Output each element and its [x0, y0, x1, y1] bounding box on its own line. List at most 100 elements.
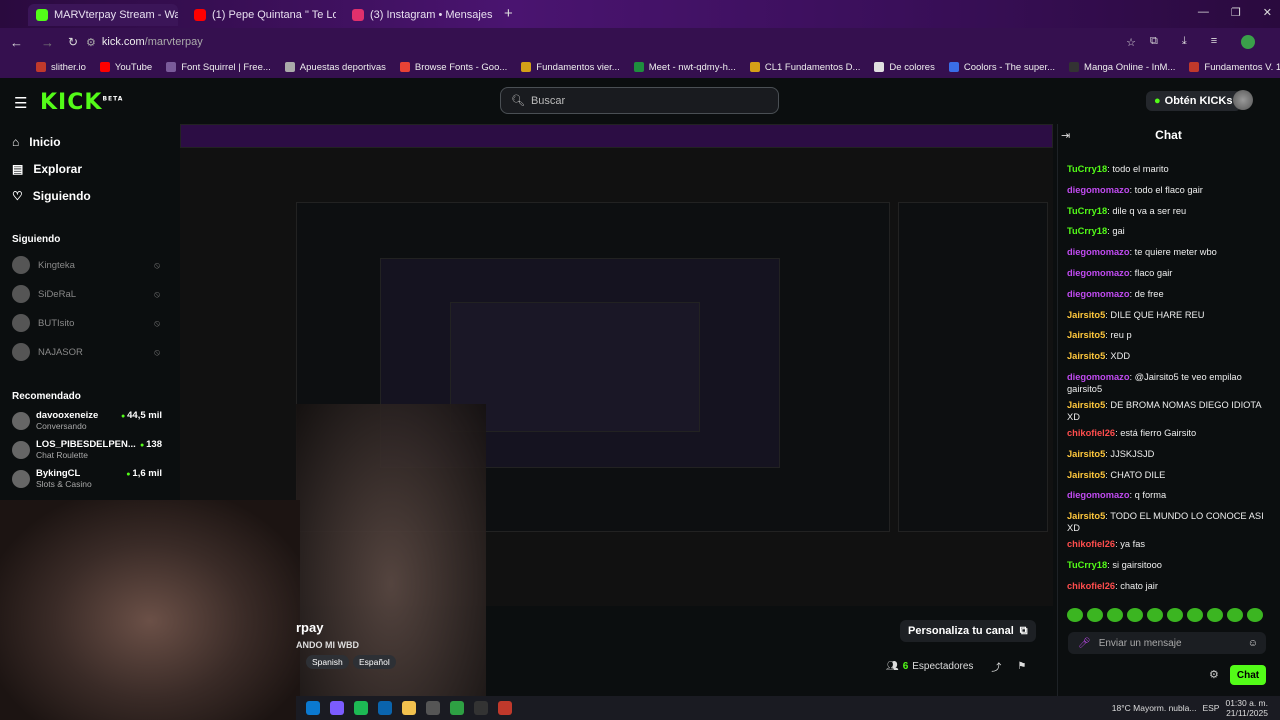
nested-stream-frame [450, 302, 700, 432]
chat-message: chikofiel26: está fierro Gairsito [1067, 428, 1197, 438]
nav-explorar[interactable]: ▤ Explorar [12, 162, 82, 176]
bookmark-item[interactable]: Apuestas deportivas [284, 62, 386, 73]
tab-label: (1) Pepe Quintana " Te Lo Met [212, 9, 336, 21]
user-avatar[interactable] [1233, 90, 1253, 110]
close-window-icon[interactable]: ✕ [1263, 6, 1272, 19]
tag-badge[interactable]: Español [353, 655, 396, 669]
following-channel[interactable]: SiDeRaL ⦸ [12, 285, 160, 303]
bookmarks-bar: slither.io YouTube Font Squirrel | Free.… [0, 56, 1280, 78]
nested-chat-frame [898, 202, 1048, 532]
tab-instagram[interactable]: (3) Instagram • Mensajes ✕ [344, 4, 496, 26]
browse-icon: ▤ [12, 162, 24, 176]
new-tab-button[interactable]: + [504, 5, 513, 22]
emote-bar[interactable] [1067, 608, 1271, 622]
chat-text: si gairsitooo [1112, 560, 1162, 570]
get-kicks-button[interactable]: ● Obtén KICKs [1146, 91, 1241, 111]
chat-username[interactable]: chikofiel26 [1067, 581, 1115, 591]
bookmark-star-icon[interactable]: ☆ [1126, 36, 1136, 49]
tab-kick-stream[interactable]: MARVterpay Stream - Watch Li ✕ [28, 4, 178, 26]
following-channel[interactable]: NAJASOR ⦸ [12, 343, 160, 361]
settings-icon[interactable]: ⚑ [1017, 661, 1026, 672]
chat-username[interactable]: chikofiel26 [1067, 428, 1115, 438]
chat-username[interactable]: diegomomazo [1067, 268, 1130, 278]
chat-username[interactable]: chikofiel26 [1067, 539, 1115, 549]
chat-username[interactable]: Jairsito5 [1067, 511, 1105, 521]
url-field[interactable]: ⚙ kick.com/marvterpay ☆ [86, 33, 1136, 51]
chat-username[interactable]: Jairsito5 [1067, 330, 1105, 340]
chat-username[interactable]: diegomomazo [1067, 185, 1130, 195]
chat-username[interactable]: Jairsito5 [1067, 449, 1105, 459]
bookmark-item[interactable]: YouTube [99, 62, 152, 73]
customize-channel-button[interactable]: Personaliza tu canal ⧉ [900, 620, 1036, 642]
profile-icon[interactable] [1241, 35, 1256, 49]
following-channel[interactable]: BUTIsito ⦸ [12, 314, 160, 332]
nav-inicio[interactable]: ⌂ Inicio [12, 135, 61, 149]
chat-message: diegomomazo: te quiere meter wbo [1067, 247, 1217, 258]
chat-username[interactable]: diegomomazo [1067, 490, 1130, 500]
tag-badge[interactable]: Spanish [306, 655, 349, 669]
back-icon[interactable]: ← [10, 35, 23, 50]
chat-message: Jairsito5: XDD [1067, 351, 1131, 362]
bookmark-item[interactable]: De colores [874, 62, 935, 73]
tab-youtube[interactable]: (1) Pepe Quintana " Te Lo Met ✕ [186, 4, 336, 26]
chat-username[interactable]: TuCrry18 [1067, 226, 1107, 236]
recommended-heading: Recomendado [12, 391, 81, 402]
bookmark-item[interactable]: CL1 Fundamentos D... [749, 62, 860, 73]
bookmark-item[interactable]: Meet - nwt-qdmy-h... [633, 62, 736, 73]
tab-label: MARVterpay Stream - Watch Li [54, 9, 178, 21]
search-icon: 🔍︎ [511, 95, 525, 107]
maximize-icon[interactable]: ❐ [1231, 6, 1241, 19]
chrome-icon [450, 701, 464, 715]
chat-username[interactable]: TuCrry18 [1067, 164, 1107, 174]
bookmark-item[interactable]: Fundamentos vier... [521, 62, 620, 73]
chat-username[interactable]: diegomomazo [1067, 289, 1130, 299]
viewers-icon: 👥︎ [886, 661, 899, 672]
store-icon [426, 701, 440, 715]
chat-text: gai [1112, 226, 1125, 237]
offline-icon: ⦸ [154, 317, 160, 328]
hamburger-menu-icon[interactable]: ☰ [14, 94, 27, 112]
bookmark-item[interactable]: Coolors - The super... [948, 62, 1055, 73]
system-tray: 18°C Mayorm. nubla... ESP 01:30 a. m. 21/… [1111, 698, 1268, 718]
nav-siguiendo[interactable]: ♡ Siguiendo [12, 189, 91, 203]
chat-username[interactable]: Jairsito5 [1067, 351, 1105, 361]
emoji-icon: ☺ [1247, 637, 1258, 649]
chat-username[interactable]: Jairsito5 [1067, 310, 1105, 320]
forward-icon[interactable]: → [41, 35, 54, 50]
offline-icon: ⦸ [154, 346, 160, 357]
chat-username[interactable]: diegomomazo [1067, 247, 1130, 257]
reload-icon[interactable]: ↻ [68, 35, 78, 49]
extensions-icon[interactable]: ⧉ [1150, 35, 1158, 49]
kick-logo[interactable]: KICKBETA [40, 90, 123, 115]
chat-username[interactable]: Jairsito5 [1067, 400, 1105, 410]
bookmark-item[interactable]: Fundamentos V. 1 v... [1189, 62, 1280, 73]
chat-message: TuCrry18: dile q va a ser reu [1067, 205, 1187, 216]
chat-message: diegomomazo: q forma [1067, 490, 1167, 501]
chat-username[interactable]: diegomomazo [1067, 372, 1130, 382]
chat-text: te quiere meter wbo [1134, 247, 1217, 258]
recommended-channel[interactable]: LOS_PIBESDELPEN...Chat Roulette138 [12, 439, 162, 461]
chat-settings-icon[interactable]: ⚙ [1209, 668, 1219, 681]
chat-username[interactable]: Jairsito5 [1067, 470, 1105, 480]
minimize-icon[interactable]: — [1198, 6, 1209, 19]
search-input[interactable]: 🔍︎ Buscar [500, 87, 779, 114]
bookmark-item[interactable]: Font Squirrel | Free... [166, 62, 271, 73]
chat-username[interactable]: TuCrry18 [1067, 206, 1107, 216]
menu-list-icon[interactable]: ≡ [1211, 35, 1217, 49]
chat-input[interactable]: 🎤︎ Enviar un mensaje ☺ [1068, 632, 1266, 654]
chat-message: Jairsito5: DILE QUE HARE REU [1067, 309, 1205, 320]
recommended-channel[interactable]: davooxeneizeConversando44,5 mil [12, 410, 162, 432]
following-channel[interactable]: Kingteka ⦸ [12, 256, 160, 274]
language-indicator: ESP [1202, 703, 1220, 713]
chat-message: Jairsito5: DE BROMA NOMAS DIEGO IDIOTA X… [1067, 400, 1262, 422]
chat-username[interactable]: TuCrry18 [1067, 560, 1107, 570]
recommended-channel[interactable]: BykingCLSlots & Casino1,6 mil [12, 468, 162, 490]
chat-send-button[interactable]: Chat [1230, 665, 1266, 685]
edge-icon [306, 701, 320, 715]
share-icon[interactable]: ⤴ [991, 659, 1001, 674]
bookmark-item[interactable]: Manga Online - InM... [1069, 62, 1175, 73]
bookmark-item[interactable]: Browse Fonts - Goo... [399, 62, 507, 73]
download-icon[interactable]: ⤓ [1182, 35, 1187, 49]
site-info-icon[interactable]: ⚙ [86, 36, 96, 49]
bookmark-item[interactable]: slither.io [36, 62, 86, 73]
